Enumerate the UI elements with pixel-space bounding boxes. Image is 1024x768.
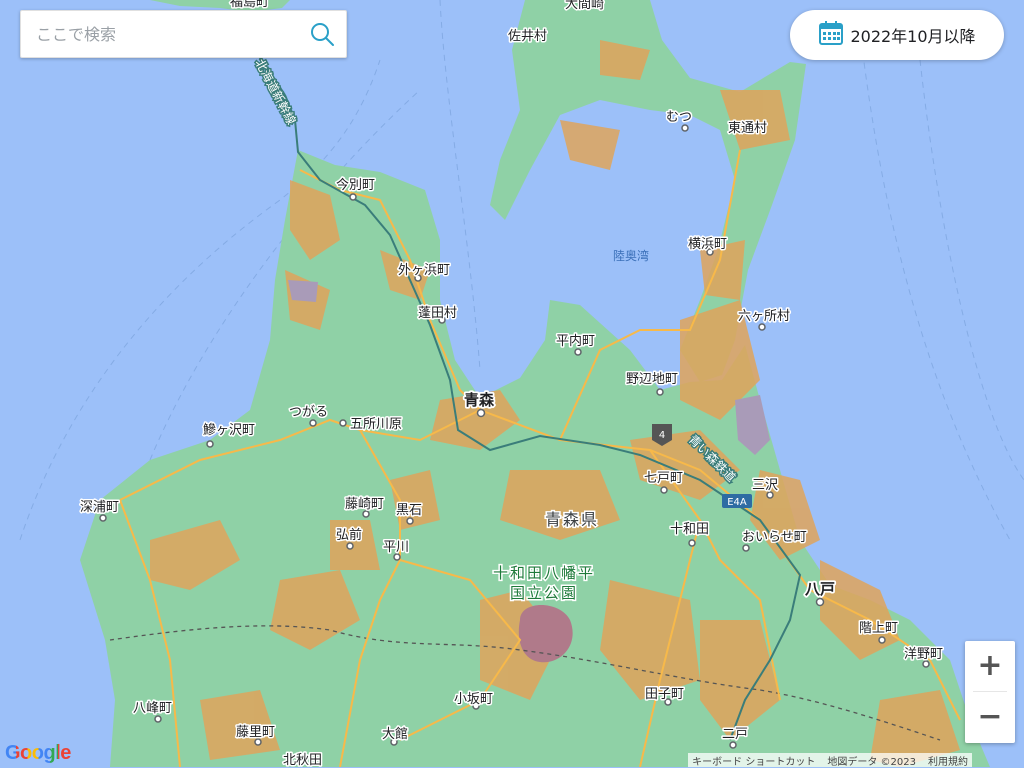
place-label-ninohe: 二戸: [722, 727, 748, 742]
terms-link[interactable]: 利用規約: [928, 753, 968, 768]
place-label-oirase: おいらせ町: [742, 530, 807, 545]
search-icon[interactable]: [298, 10, 346, 58]
prefecture-label: 青森県: [545, 510, 599, 529]
place-label-goshogawara: 五所川原: [350, 417, 402, 432]
place-dot-ajigasawa: [206, 440, 214, 448]
search-box[interactable]: [20, 10, 347, 58]
place-label-odate: 大館: [382, 727, 408, 742]
place-dot-noheji: [656, 388, 664, 396]
place-label-shichinohe: 七戸町: [644, 471, 683, 486]
search-input[interactable]: [21, 10, 298, 58]
place-dot-fukaura: [99, 514, 107, 522]
place-label-sotogahama: 外ヶ浜町: [398, 263, 450, 278]
map-canvas[interactable]: 北海道新幹線 青い森鉄道 4 E4A 陸奥湾 青森県 十和田八幡平 国立公園 福…: [0, 0, 1024, 767]
place-dot-kuroishi: [406, 517, 414, 525]
place-dot-towada: [688, 539, 696, 547]
date-filter-label: 2022年10月以降: [850, 27, 976, 46]
svg-text:E4A: E4A: [727, 497, 747, 508]
date-filter-button[interactable]: 2022年10月以降: [790, 10, 1004, 60]
place-dot-rokkasho: [758, 323, 766, 331]
place-dot-hiranai: [574, 348, 582, 356]
place-label-fukaura: 深浦町: [80, 500, 119, 515]
place-label-yomogita: 蓬田村: [418, 306, 457, 321]
place-label-fujisato: 藤里町: [236, 725, 275, 740]
place-label-noheji: 野辺地町: [626, 372, 678, 387]
place-label-higashidori: 東通村: [728, 120, 767, 136]
place-label-mutsu: むつ: [666, 110, 692, 125]
place-label-yokohama: 横浜町: [688, 237, 727, 252]
svg-text:4: 4: [659, 430, 665, 441]
place-label-kitaakita: 北秋田: [283, 753, 322, 767]
place-label-ajigasawa: 鰺ヶ沢町: [203, 423, 255, 438]
place-label-kuroishi: 黒石: [396, 503, 422, 518]
place-label-hirakawa: 平川: [383, 540, 409, 555]
park-label-line1: 十和田八幡平: [493, 564, 595, 582]
place-label-fukushima: 福島町: [230, 0, 269, 10]
place-dot-mutsu: [681, 124, 689, 132]
place-label-oma: 大間崎: [565, 0, 604, 12]
place-label-aomori: 青森: [464, 391, 495, 409]
place-dot-oirase: [742, 544, 750, 552]
place-label-imabetsu: 今別町: [336, 177, 375, 193]
place-dot-goshogawara: [339, 419, 347, 427]
google-logo-text: Google: [5, 742, 71, 764]
zoom-in-button[interactable]: +: [965, 641, 1015, 691]
place-dot-hachinohe: [815, 597, 825, 607]
place-label-yono: 洋野町: [904, 647, 943, 662]
place-dot-happo: [154, 715, 162, 723]
water-label-mutsu-bay: 陸奥湾: [613, 248, 649, 263]
place-label-sai: 佐井村: [508, 29, 547, 44]
place-label-rokkasho: 六ヶ所村: [738, 309, 790, 324]
park-label-line2: 国立公園: [510, 584, 578, 602]
place-dot-hirosaki: [346, 542, 354, 550]
calendar-icon: [818, 20, 844, 50]
map-data-text: 地図データ ©2023: [827, 756, 916, 768]
place-dot-shichinohe: [660, 486, 668, 494]
place-label-misawa: 三沢: [752, 478, 778, 493]
place-label-tsugaru: つがる: [289, 405, 328, 420]
zoom-controls: + −: [965, 641, 1015, 743]
place-label-kosaka: 小坂町: [454, 692, 493, 707]
place-label-fujisaki: 藤崎町: [345, 497, 384, 512]
plus-icon: +: [977, 648, 1003, 683]
place-dot-imabetsu: [349, 193, 357, 201]
place-label-hirosaki: 弘前: [336, 527, 362, 543]
place-dot-ninohe: [729, 741, 737, 749]
place-label-tashiko: 田子町: [645, 687, 684, 702]
place-label-happo: 八峰町: [133, 701, 172, 716]
google-logo[interactable]: Google: [5, 742, 71, 765]
expressway-e4a-shield: E4A: [722, 494, 752, 508]
place-dot-aomori: [476, 408, 486, 418]
place-label-hiranai: 平内町: [556, 333, 595, 349]
place-dot-tsugaru: [309, 419, 317, 427]
zoom-out-button[interactable]: −: [965, 692, 1015, 742]
place-label-hashikami: 階上町: [859, 621, 898, 636]
minus-icon: −: [977, 699, 1003, 734]
place-dot-hashikami: [878, 636, 886, 644]
place-label-hachinohe: 八戸: [804, 580, 835, 598]
keyboard-shortcuts-link[interactable]: キーボード ショートカット: [692, 753, 815, 768]
lake-jusan: [288, 280, 318, 302]
attribution-bar: キーボード ショートカット 地図データ ©2023 利用規約: [688, 753, 972, 768]
place-label-towada: 十和田: [670, 522, 709, 537]
